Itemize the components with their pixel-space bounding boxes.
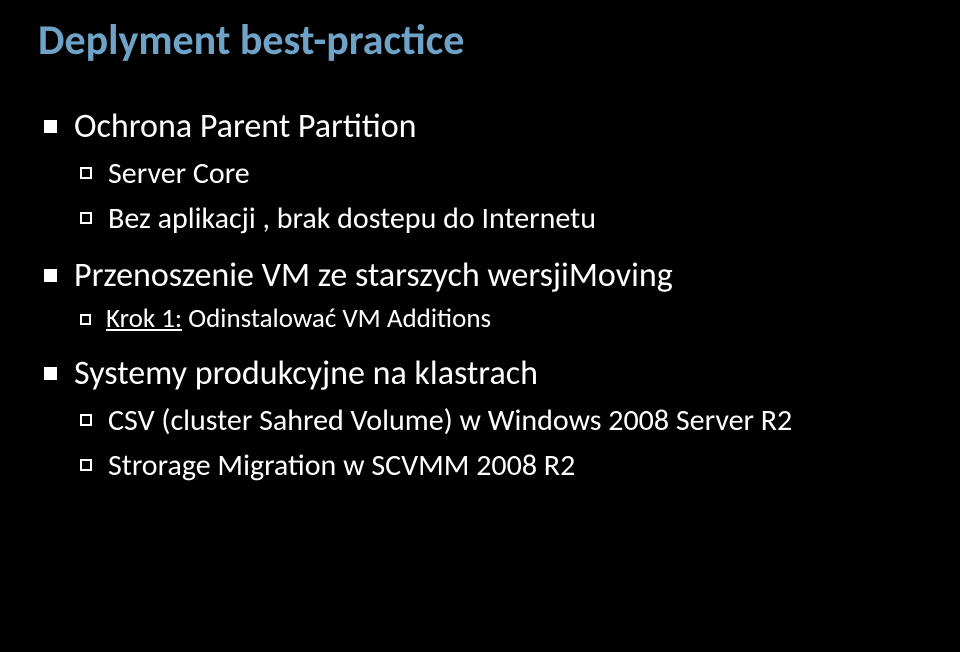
bullet-text: Przenoszenie VM ze starszych wersjiMovin… [74, 255, 673, 296]
slide-title: Deplyment best-practice [38, 18, 932, 64]
sub-bullet-prefix: Krok 1: [106, 302, 182, 335]
sub-bullet-text: Server Core [108, 155, 250, 192]
bullet-item: Przenoszenie VM ze starszych wersjiMovin… [38, 253, 932, 337]
bullet-item: Systemy produkcyjne na klastrach CSV (cl… [38, 351, 932, 486]
bullet-item: Ochrona Parent Partition Server Core Bez… [38, 104, 932, 239]
slide: Deplyment best-practice Ochrona Parent P… [0, 0, 960, 652]
sub-bullet-item: Server Core [74, 154, 932, 195]
sub-bullet-text: Bez aplikacji , brak dostepu do Internet… [108, 200, 596, 237]
sub-bullet-text: CSV (cluster Sahred Volume) w Windows 20… [108, 402, 792, 439]
bullet-list: Ochrona Parent Partition Server Core Bez… [38, 104, 932, 486]
sub-bullet-list: Krok 1: Odinstalować VM Additions [74, 301, 932, 337]
sub-bullet-rest: Odinstalować VM Additions [182, 302, 491, 335]
sub-bullet-item: CSV (cluster Sahred Volume) w Windows 20… [74, 401, 932, 442]
sub-bullet-item: Bez aplikacji , brak dostepu do Internet… [74, 199, 932, 240]
sub-bullet-text: Strorage Migration w SCVMM 2008 R2 [108, 447, 575, 484]
bullet-text: Systemy produkcyjne na klastrach [74, 353, 538, 394]
sub-bullet-item: Krok 1: Odinstalować VM Additions [74, 301, 932, 337]
bullet-text: Ochrona Parent Partition [74, 106, 417, 147]
sub-bullet-list: CSV (cluster Sahred Volume) w Windows 20… [74, 401, 932, 486]
sub-bullet-list: Server Core Bez aplikacji , brak dostepu… [74, 154, 932, 239]
sub-bullet-item: Strorage Migration w SCVMM 2008 R2 [74, 446, 932, 487]
